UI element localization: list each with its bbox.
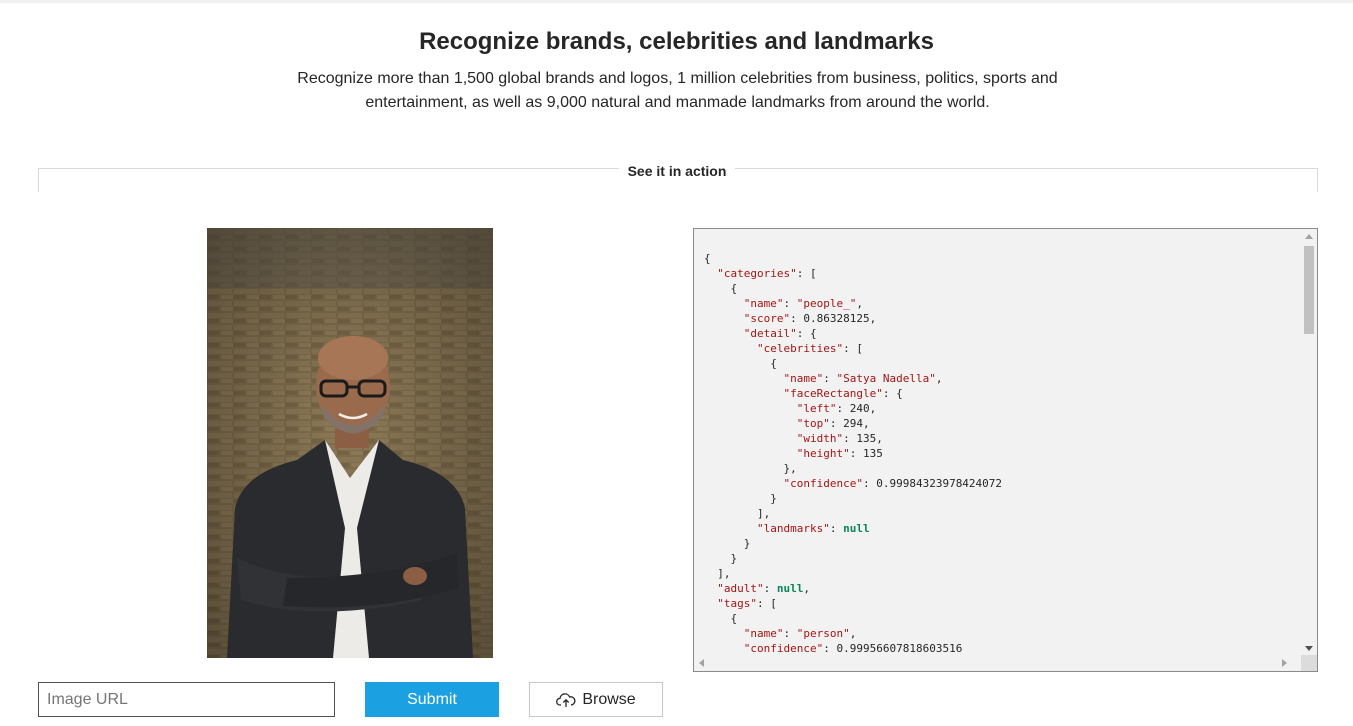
section-label: See it in action — [619, 161, 735, 181]
json-line: { — [704, 282, 738, 295]
json-line: "left": 240, — [796, 402, 877, 415]
vertical-scrollbar[interactable] — [1301, 229, 1317, 655]
browse-button-label: Browse — [582, 690, 636, 708]
json-line: "score": 0.86328125, — [743, 312, 877, 325]
person-photo-illustration — [207, 228, 493, 658]
submit-button[interactable]: Submit — [365, 682, 499, 717]
json-line: } — [704, 537, 751, 550]
json-line: }, — [704, 462, 797, 475]
json-output-panel[interactable]: { "categories": [ { "name": "people_", "… — [693, 228, 1318, 672]
json-line: "tags": [ — [717, 597, 777, 610]
json-line: "name": "Satya Nadella", — [783, 372, 943, 385]
json-line: "landmarks": null — [756, 522, 870, 535]
json-line: "celebrities": [ — [756, 342, 863, 355]
json-line: "faceRectangle": { — [783, 387, 903, 400]
json-output-code: { "categories": [ { "name": "people_", "… — [704, 251, 1294, 655]
json-line: ], — [704, 567, 731, 580]
json-line: } — [704, 552, 738, 565]
json-line: { — [704, 252, 711, 265]
json-line: { — [704, 612, 738, 625]
page-title: Recognize brands, celebrities and landma… — [419, 28, 934, 55]
json-line: "height": 135 — [796, 447, 883, 460]
json-line: { — [704, 357, 777, 370]
json-line: "detail": { — [743, 327, 817, 340]
json-line: "top": 294, — [796, 417, 870, 430]
cloud-upload-icon — [556, 692, 576, 707]
scrollbar-corner — [1301, 655, 1317, 671]
json-line: } — [704, 492, 777, 505]
image-url-input[interactable] — [38, 682, 335, 717]
json-line: "confidence": 0.99956607818603516 — [743, 642, 963, 655]
json-line: "confidence": 0.99984323978424072 — [783, 477, 1003, 490]
json-line: "adult": null, — [717, 582, 810, 595]
top-rule — [0, 0, 1353, 3]
scroll-thumb[interactable] — [1304, 246, 1314, 334]
json-line: "name": "person", — [743, 627, 857, 640]
json-line: "width": 135, — [796, 432, 883, 445]
browse-button[interactable]: Browse — [529, 682, 663, 717]
json-line: ], — [704, 507, 771, 520]
scroll-up-icon[interactable] — [1305, 234, 1313, 239]
horizontal-scrollbar[interactable] — [694, 655, 1301, 671]
scroll-right-icon[interactable] — [1282, 659, 1287, 667]
page-subtitle: Recognize more than 1,500 global brands … — [297, 70, 1058, 111]
sample-photo — [207, 228, 493, 658]
json-line: "name": "people_", — [743, 297, 863, 310]
json-line: "categories": [ — [717, 267, 817, 280]
scroll-down-icon[interactable] — [1305, 646, 1313, 651]
scroll-left-icon[interactable] — [699, 659, 704, 667]
